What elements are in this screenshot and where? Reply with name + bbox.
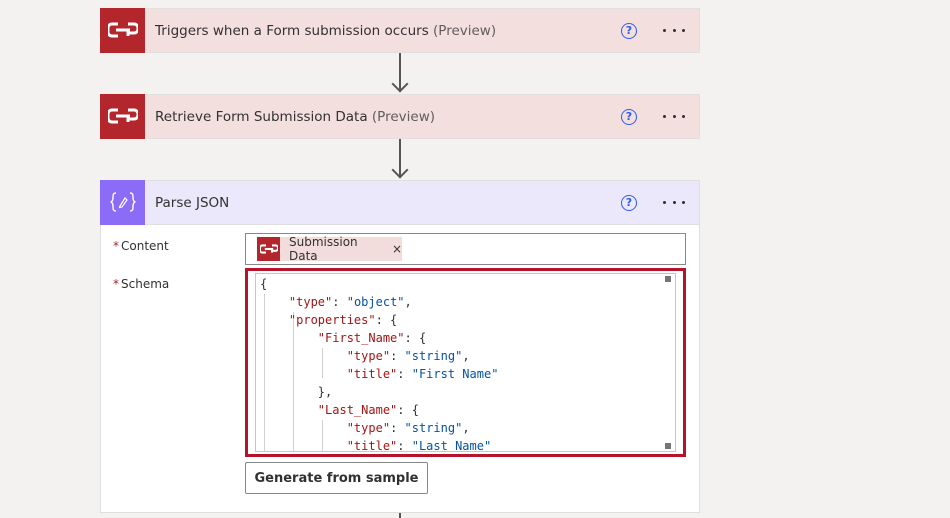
- generate-from-sample-button[interactable]: Generate from sample: [245, 462, 428, 494]
- curly-braces-icon: [100, 179, 145, 225]
- schema-editor[interactable]: { "type": "object", "properties": { "Fir…: [255, 273, 676, 452]
- ellipsis-icon[interactable]: [659, 115, 689, 118]
- connector-arrow: [399, 513, 401, 518]
- question-circle-icon[interactable]: ?: [621, 108, 637, 125]
- submission-data-token[interactable]: Submission Data ×: [257, 235, 402, 263]
- cognito-forms-logo-icon: [100, 93, 145, 139]
- ellipsis-icon[interactable]: [659, 201, 689, 204]
- step-title: Retrieve Form Submission Data (Preview): [155, 108, 435, 125]
- step-title: Triggers when a Form submission occurs (…: [155, 22, 497, 39]
- resize-handle[interactable]: [665, 443, 671, 449]
- schema-editor-highlight: { "type": "object", "properties": { "Fir…: [245, 268, 686, 457]
- step-title: Parse JSON: [155, 194, 230, 211]
- arrowhead: [391, 161, 409, 179]
- retrieve-step-card[interactable]: Retrieve Form Submission Data (Preview) …: [100, 93, 700, 139]
- parse-json-step-card[interactable]: Parse JSON ?: [100, 179, 700, 225]
- schema-label: * Schema: [113, 277, 170, 291]
- content-input[interactable]: Submission Data ×: [245, 233, 686, 265]
- token-remove-icon[interactable]: ×: [392, 242, 402, 256]
- ellipsis-icon[interactable]: [659, 29, 689, 32]
- question-circle-icon[interactable]: ?: [621, 22, 637, 39]
- schema-code: { "type": "object", "properties": { "Fir…: [260, 277, 499, 452]
- cognito-forms-logo-icon: [100, 7, 145, 53]
- trigger-step-card[interactable]: Triggers when a Form submission occurs (…: [100, 7, 700, 53]
- arrowhead: [391, 75, 409, 93]
- content-label: * Content: [113, 239, 169, 253]
- question-circle-icon[interactable]: ?: [621, 194, 637, 211]
- scrollbar-handle[interactable]: [665, 276, 671, 282]
- cognito-forms-logo-icon: [257, 237, 280, 261]
- parse-json-body: * Content Submission Data × * Schema { "ty…: [100, 225, 700, 513]
- token-label: Submission Data: [289, 235, 358, 263]
